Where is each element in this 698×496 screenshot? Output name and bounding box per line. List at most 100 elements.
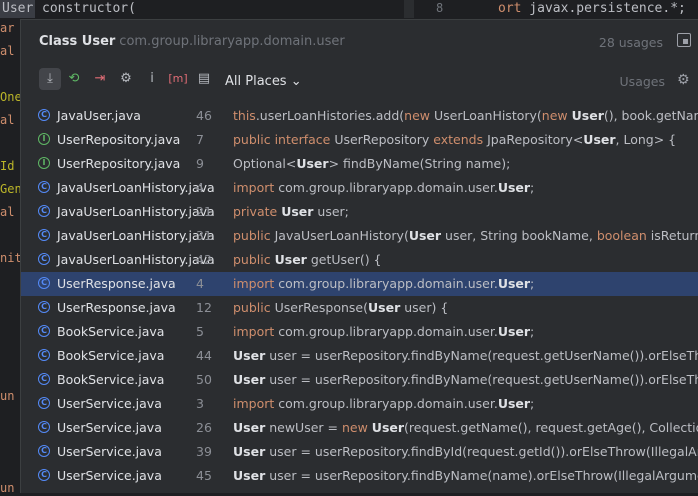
usage-row[interactable]: C UserService.java 45 User user = userRepos…: [21, 464, 698, 488]
usage-code: User newUser = new User(request.getName(…: [233, 420, 698, 435]
usage-code: import com.group.libraryapp.domain.user.…: [233, 396, 535, 411]
gear-icon[interactable]: ⚙: [677, 73, 691, 87]
gutter-fragment: un: [0, 481, 15, 495]
usage-row[interactable]: C JavaUserLoanHistory.java 42 public User g…: [21, 248, 698, 272]
usage-code: User user = userRepository.findById(requ…: [233, 444, 698, 459]
usage-line: 39: [196, 444, 212, 459]
info-icon[interactable]: i: [141, 68, 163, 90]
usage-row[interactable]: C UserResponse.java 4 import com.group.libr…: [21, 272, 698, 296]
usage-file: JavaUserLoanHistory.java: [57, 228, 215, 243]
gutter-fragment: al: [0, 113, 15, 127]
usage-line: 26: [196, 420, 212, 435]
class-icon: C: [38, 349, 50, 361]
class-icon: C: [38, 421, 50, 433]
gutter-fragment: Id: [0, 159, 15, 173]
usage-row[interactable]: C JavaUser.java 46 this.userLoanHistories.a…: [21, 104, 698, 128]
usage-code: public User getUser() {: [233, 252, 382, 267]
usages-label: Usages: [619, 74, 665, 89]
class-icon: C: [38, 325, 50, 337]
usage-line: 4: [196, 180, 204, 195]
usage-file: UserRepository.java: [57, 156, 181, 171]
usage-file: UserResponse.java: [57, 300, 176, 315]
usage-line: 3: [196, 396, 204, 411]
class-icon: C: [38, 469, 50, 481]
usage-count: 28 usages: [598, 35, 663, 50]
usage-row[interactable]: C BookService.java 5 import com.group.libra…: [21, 320, 698, 344]
usage-line: 42: [196, 252, 212, 267]
usage-code: import com.group.libraryapp.domain.user.…: [233, 180, 535, 195]
editor-splitter[interactable]: [404, 0, 414, 18]
usage-file: JavaUserLoanHistory.java: [57, 252, 215, 267]
class-icon: C: [38, 253, 50, 265]
class-icon: C: [38, 109, 50, 121]
class-icon: C: [38, 373, 50, 385]
usage-code: User user = userRepository.findByName(re…: [233, 372, 698, 387]
usage-line: 45: [196, 468, 212, 483]
usage-line: 7: [196, 132, 204, 147]
find-usages-popup: Class User com.group.libraryapp.domain.us…: [20, 19, 698, 493]
method-icon[interactable]: [m]: [167, 68, 189, 90]
interface-icon: I: [38, 157, 50, 169]
usage-line: 12: [196, 300, 212, 315]
scope-dropdown[interactable]: All Places ⌄: [225, 74, 302, 89]
popup-title: Class User com.group.libraryapp.domain.us…: [39, 34, 345, 49]
usage-file: UserService.java: [57, 420, 162, 435]
right-line-number: 8: [436, 1, 444, 15]
gutter-fragment: al: [0, 205, 15, 219]
merge-icon[interactable]: ⤓: [39, 68, 61, 90]
usage-line: 9: [196, 156, 204, 171]
usage-row[interactable]: C UserService.java 3 import com.group.libra…: [21, 392, 698, 416]
usage-file: UserService.java: [57, 468, 162, 483]
usage-row[interactable]: C UserResponse.java 12 public UserResponse(…: [21, 296, 698, 320]
usage-file: UserService.java: [57, 396, 162, 411]
gutter-fragment: ar: [0, 21, 15, 35]
selected-word[interactable]: User: [0, 0, 36, 18]
gutter-fragment: un: [0, 389, 15, 403]
usage-row[interactable]: C BookService.java 50 User user = userRepos…: [21, 368, 698, 392]
chevron-down-icon: ⌄: [290, 74, 302, 89]
usage-code: public JavaUserLoanHistory(User user, St…: [233, 228, 698, 243]
usage-code: User user = userRepository.findByName(na…: [233, 468, 698, 483]
usage-file: JavaUserLoanHistory.java: [57, 204, 215, 219]
class-icon: C: [38, 277, 50, 289]
usage-code: private User user;: [233, 204, 349, 219]
usage-line: 4: [196, 276, 204, 291]
popup-header: Class User com.group.libraryapp.domain.us…: [21, 20, 698, 62]
open-in-window-icon[interactable]: [677, 33, 691, 47]
usage-row[interactable]: C UserService.java 39 User user = userRepos…: [21, 440, 698, 464]
usage-code: public interface UserRepository extends …: [233, 132, 677, 147]
class-icon: C: [38, 301, 50, 313]
usage-line: 50: [196, 372, 212, 387]
usage-row[interactable]: C JavaUserLoanHistory.java 4 import com.gro…: [21, 176, 698, 200]
usage-line: 31: [196, 228, 212, 243]
gutter-fragment: nit: [0, 251, 22, 265]
gutter-fragment: al: [0, 44, 15, 58]
usage-file: UserResponse.java: [57, 276, 176, 291]
usage-line: 46: [196, 108, 212, 123]
usage-file: JavaUserLoanHistory.java: [57, 180, 215, 195]
write-access-icon[interactable]: ⇥: [89, 68, 111, 90]
class-icon: C: [38, 397, 50, 409]
read-access-icon[interactable]: ⟲: [63, 68, 85, 90]
usage-row[interactable]: I UserRepository.java 7 public interface Us…: [21, 128, 698, 152]
settings-filter-icon[interactable]: ⚙: [115, 68, 137, 90]
class-icon: C: [38, 445, 50, 457]
usage-file: BookService.java: [57, 372, 165, 387]
usage-row[interactable]: C JavaUserLoanHistory.java 21 private User …: [21, 200, 698, 224]
usage-line: 21: [196, 204, 212, 219]
usage-line: 5: [196, 324, 204, 339]
usage-code: public UserResponse(User user) {: [233, 300, 449, 315]
right-code-line: ort javax.persistence.*;: [498, 1, 686, 16]
usage-row[interactable]: C UserService.java 26 User newUser = new Us…: [21, 416, 698, 440]
usage-row[interactable]: C BookService.java 44 User user = userRepos…: [21, 344, 698, 368]
usage-file: BookService.java: [57, 348, 165, 363]
preview-icon[interactable]: ▤: [193, 68, 215, 90]
class-icon: C: [38, 181, 50, 193]
usage-row[interactable]: C JavaUserLoanHistory.java 31 public JavaUs…: [21, 224, 698, 248]
gutter-fragment: One: [0, 90, 22, 104]
usage-code: import com.group.libraryapp.domain.user.…: [233, 324, 535, 339]
gutter-fragment: Gen: [0, 182, 22, 196]
package-name: com.group.libraryapp.domain.user: [119, 34, 345, 49]
usage-row[interactable]: I UserRepository.java 9 Optional<User> find…: [21, 152, 698, 176]
usage-file: JavaUser.java: [57, 108, 141, 123]
